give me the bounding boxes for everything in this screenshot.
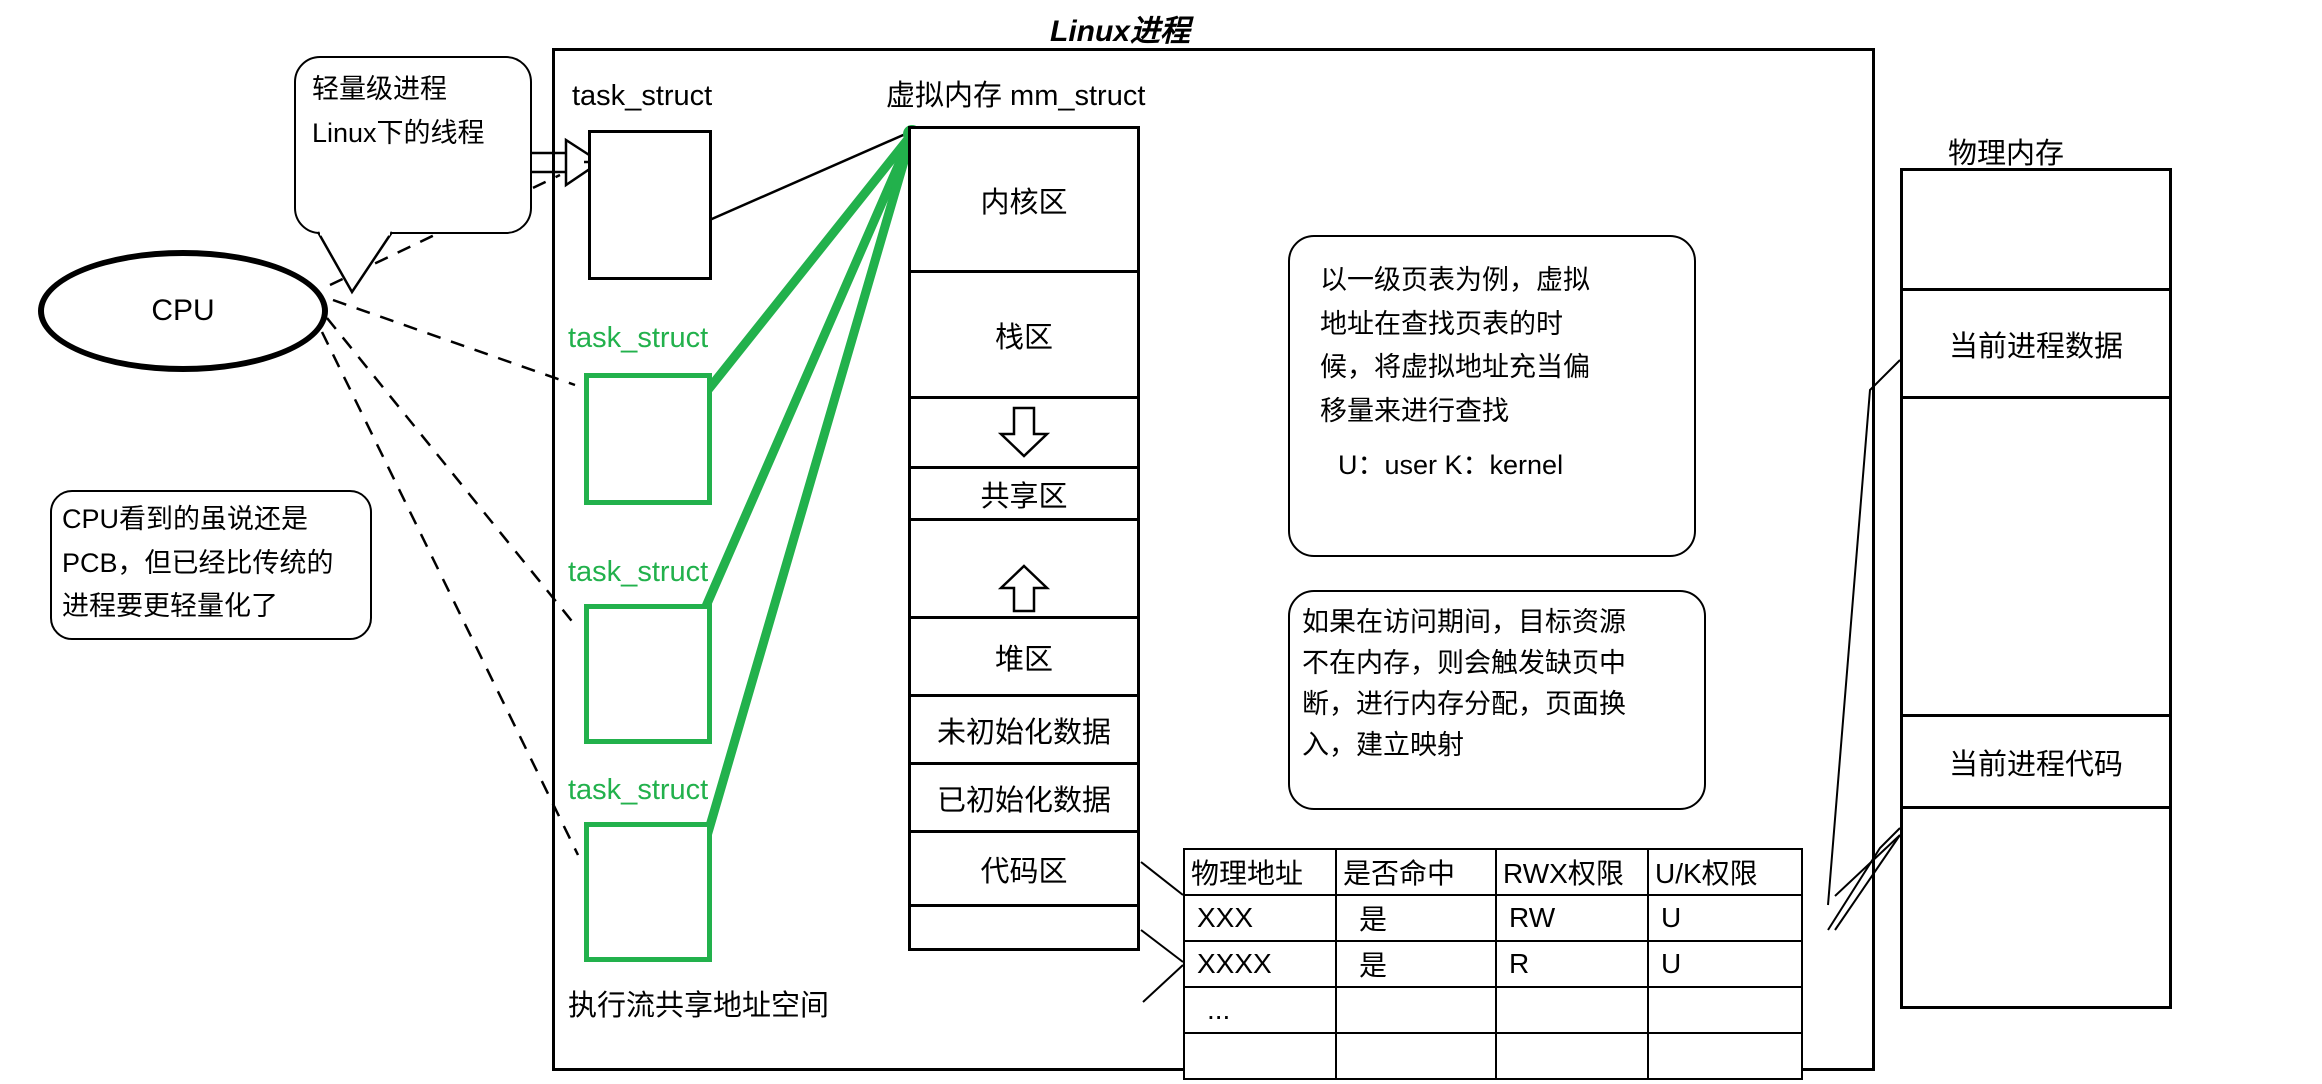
- task-struct-primary-label: task_struct: [572, 80, 713, 112]
- callout-line: 入，建立映射: [1302, 730, 1464, 761]
- table-cell: XXX: [1183, 894, 1337, 942]
- callout-line: PCB，但已经比传统的: [62, 547, 334, 578]
- vm-segment-label: 共享区: [980, 480, 1068, 513]
- callout-line: 候，将虚拟地址充当偏: [1320, 352, 1590, 383]
- vm-segment-stack-growth-arrow: [911, 399, 1137, 469]
- callout-pcb-note: CPU看到的虽说还是 PCB，但已经比传统的 进程要更轻量化了: [50, 490, 372, 640]
- callout-line: Linux下的线程: [312, 117, 485, 148]
- page-title: Linux进程: [1050, 15, 1190, 48]
- callout-line: 移量来进行查找: [1320, 396, 1509, 427]
- callout-line: 轻量级进程: [312, 74, 447, 104]
- vm-segment-label: 未初始化数据: [936, 716, 1111, 749]
- vm-segment-label: 堆区: [994, 643, 1053, 676]
- cpu-label: CPU: [151, 294, 215, 327]
- pm-segment-label: 当前进程数据: [1948, 330, 2123, 363]
- table-cell: ...: [1183, 986, 1337, 1034]
- physical-memory-header: 物理内存: [1948, 138, 2065, 170]
- vm-segment-text: 代码区: [911, 833, 1137, 907]
- vm-segment-heap-growth-arrow: [911, 521, 1137, 619]
- cpu-node: CPU: [38, 250, 328, 372]
- table-cell: U: [1647, 894, 1803, 942]
- vm-segment-label: 内核区: [980, 186, 1068, 219]
- table-cell: R: [1495, 940, 1649, 988]
- callout-line: 断，进行内存分配，页面换: [1302, 689, 1626, 720]
- callout-line: 地址在查找页表的时: [1320, 308, 1563, 339]
- callout-line: CPU看到的虽说还是: [62, 504, 309, 534]
- pm-segment-empty-top: [1903, 171, 2169, 291]
- task-struct-thread-label-1: task_struct: [568, 322, 709, 354]
- virtual-memory-column: 内核区 栈区 共享区 堆区 未初始化数据 已初始化数据 代码区: [908, 126, 1140, 951]
- table-cell: [1335, 986, 1497, 1034]
- vm-segment-data: 已初始化数据: [911, 765, 1137, 833]
- pm-segment-current-process-data: 当前进程数据: [1903, 291, 2169, 399]
- callout-line: 以一级页表为例，虚拟: [1320, 265, 1590, 295]
- vm-segment-label: 栈区: [994, 321, 1053, 354]
- physical-memory-column: 当前进程数据 当前进程代码: [1900, 168, 2172, 1009]
- pm-segment-empty-bottom: [1903, 809, 2169, 1009]
- table-cell: [1495, 986, 1649, 1034]
- vm-segment-heap: 堆区: [911, 619, 1137, 697]
- vm-segment-stack: 栈区: [911, 273, 1137, 399]
- table-cell: [1647, 1032, 1803, 1080]
- table-cell: [1647, 986, 1803, 1034]
- vm-segment-shared: 共享区: [911, 469, 1137, 521]
- table-header-row: 物理地址 是否命中 RWX权限 U/K权限: [1183, 848, 1803, 896]
- task-struct-thread-label-2: task_struct: [568, 556, 709, 588]
- table-cell: RW: [1495, 894, 1649, 942]
- task-struct-primary-box: [588, 130, 712, 280]
- table-cell: [1495, 1032, 1649, 1080]
- diagram-canvas: Linux进程 CPU 轻量级进程 Linux下的线程 CPU看到的虽说还是 P…: [0, 0, 2322, 1084]
- table-row: XXXX 是 R U: [1183, 940, 1803, 988]
- page-table: 物理地址 是否命中 RWX权限 U/K权限 XXX 是 RW U XXXX 是 …: [1183, 848, 1803, 1080]
- callout-line: 不在内存，则会触发缺页中: [1302, 648, 1626, 679]
- vm-segment-label: 代码区: [980, 855, 1068, 888]
- task-struct-thread-label-3: task_struct: [568, 774, 709, 806]
- table-cell: XXXX: [1183, 940, 1337, 988]
- vm-segment-tail: [911, 907, 1137, 951]
- virtual-memory-header: 虚拟内存 mm_struct: [886, 80, 1146, 112]
- table-cell: 是: [1335, 940, 1497, 988]
- callout-line: U：user K：kernel: [1338, 449, 1564, 480]
- arrow-down-icon: [997, 406, 1051, 458]
- table-cell: [1183, 1032, 1337, 1080]
- callout-line: 如果在访问期间，目标资源: [1302, 607, 1626, 637]
- vm-segment-label: 已初始化数据: [936, 784, 1111, 817]
- table-cell: 是: [1335, 894, 1497, 942]
- execution-flow-footer-label: 执行流共享地址空间: [568, 990, 830, 1022]
- task-struct-thread-box-3: [584, 822, 712, 962]
- table-row: ...: [1183, 986, 1803, 1034]
- callout-lightweight-process: 轻量级进程 Linux下的线程: [294, 56, 532, 234]
- vm-segment-kernel: 内核区: [911, 129, 1137, 273]
- pm-segment-current-process-code: 当前进程代码: [1903, 717, 2169, 809]
- pm-segment-label: 当前进程代码: [1948, 748, 2123, 781]
- table-header-cell: 是否命中: [1335, 848, 1497, 896]
- task-struct-thread-box-2: [584, 604, 712, 744]
- task-struct-thread-box-1: [584, 373, 712, 505]
- callout-page-fault-note: 如果在访问期间，目标资源 不在内存，则会触发缺页中 断，进行内存分配，页面换 入…: [1288, 590, 1706, 810]
- table-header-cell: U/K权限: [1647, 848, 1803, 896]
- callout-line-spacer: [1320, 434, 1664, 444]
- callout-page-table-note: 以一级页表为例，虚拟 地址在查找页表的时 候，将虚拟地址充当偏 移量来进行查找 …: [1288, 235, 1696, 557]
- table-cell: [1335, 1032, 1497, 1080]
- table-row: XXX 是 RW U: [1183, 894, 1803, 942]
- table-header-cell: 物理地址: [1183, 848, 1337, 896]
- arrow-up-icon: [997, 564, 1051, 613]
- pm-segment-empty-middle: [1903, 399, 2169, 717]
- table-cell: U: [1647, 940, 1803, 988]
- table-row: [1183, 1032, 1803, 1080]
- vm-segment-bss: 未初始化数据: [911, 697, 1137, 765]
- table-header-cell: RWX权限: [1495, 848, 1649, 896]
- callout-line: 进程要更轻量化了: [62, 591, 278, 622]
